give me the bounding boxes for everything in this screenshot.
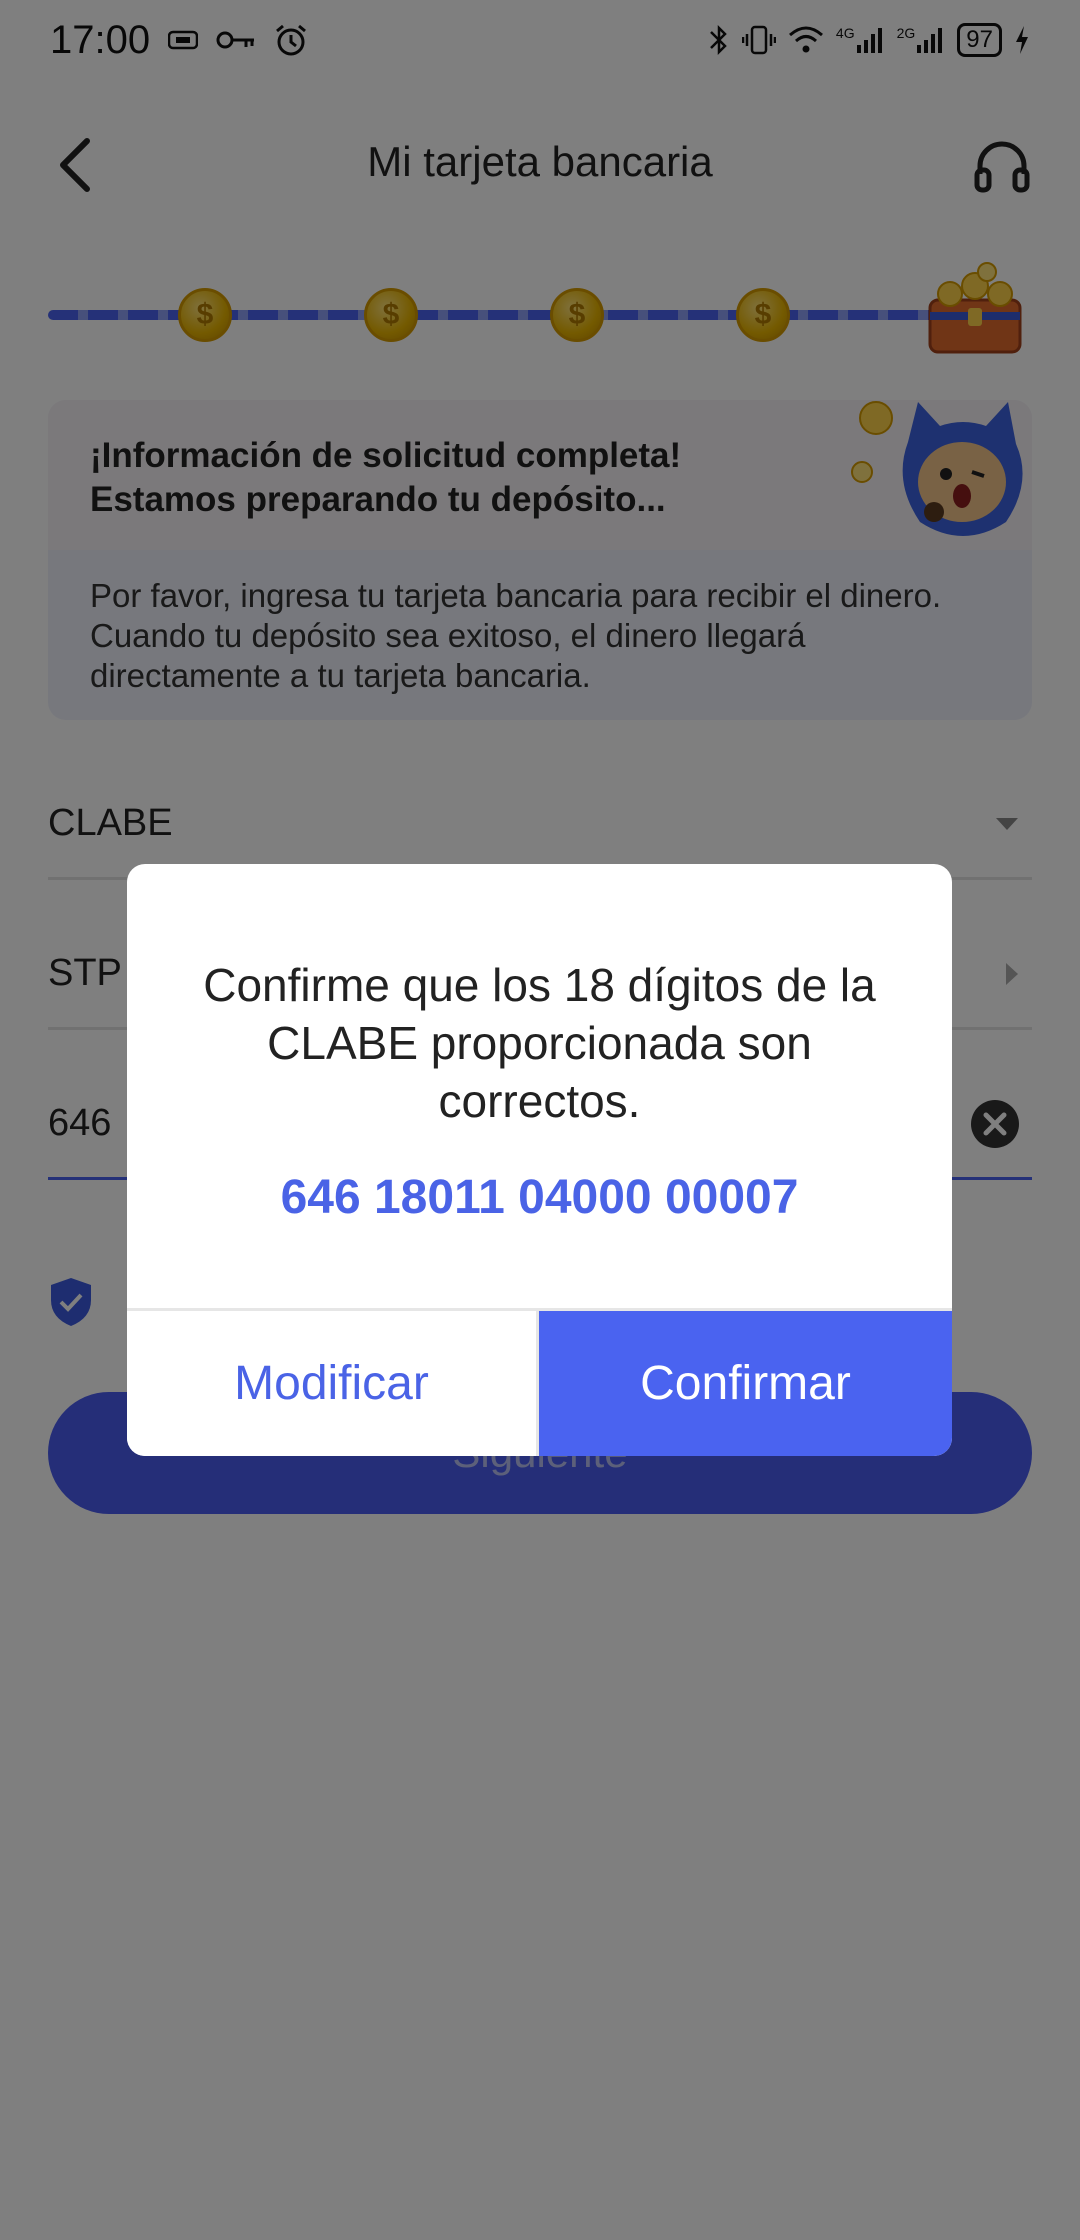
confirm-clabe-dialog: Confirme que los 18 dígitos de la CLABE … (127, 864, 952, 1456)
dialog-message: Confirme que los 18 dígitos de la CLABE … (203, 959, 876, 1127)
modify-button[interactable]: Modificar (127, 1311, 539, 1456)
dialog-clabe-number: 646 18011 04000 00007 (280, 1171, 799, 1224)
confirm-button[interactable]: Confirmar (539, 1311, 952, 1456)
dialog-actions: Modificar Confirmar (127, 1308, 952, 1456)
